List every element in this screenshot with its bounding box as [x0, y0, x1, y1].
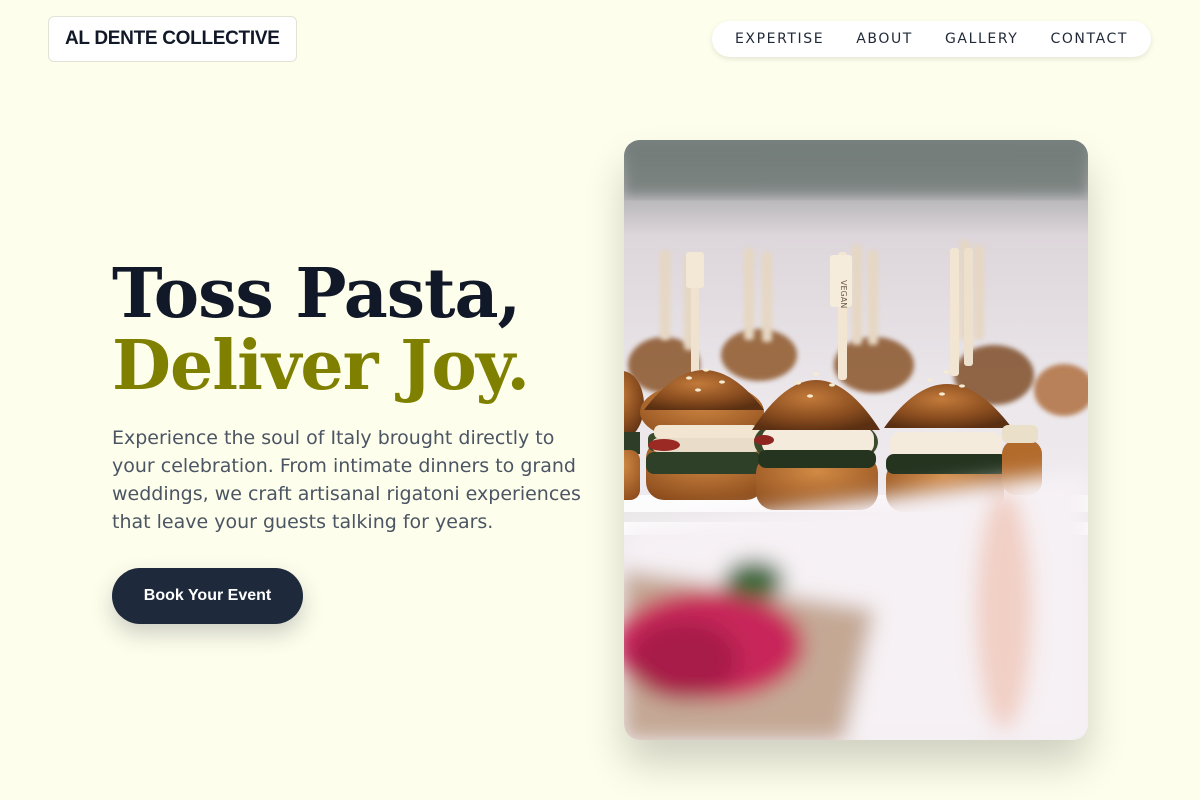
nav-link-expertise[interactable]: EXPERTISE [735, 31, 824, 47]
hero-photo: VEGAN [624, 140, 1088, 740]
hero-title-line-2: Deliver Joy. [112, 326, 530, 406]
brand-logo[interactable]: AL DENTE COLLECTIVE [48, 16, 297, 62]
book-event-button[interactable]: Book Your Event [112, 568, 303, 624]
brand-name: AL DENTE COLLECTIVE [65, 28, 280, 49]
hero-title-line-1: Toss Pasta, [112, 254, 521, 334]
nav-link-gallery[interactable]: GALLERY [945, 31, 1018, 47]
sliders-photo-image: VEGAN [624, 140, 1088, 740]
hero-description: Experience the soul of Italy brought dir… [112, 427, 581, 533]
hero-title: Toss Pasta, Deliver Joy. [112, 254, 530, 406]
pick-label: VEGAN [839, 280, 848, 308]
main-nav: EXPERTISE ABOUT GALLERY CONTACT [712, 21, 1151, 57]
nav-link-about[interactable]: ABOUT [856, 31, 913, 47]
nav-link-contact[interactable]: CONTACT [1050, 31, 1128, 47]
